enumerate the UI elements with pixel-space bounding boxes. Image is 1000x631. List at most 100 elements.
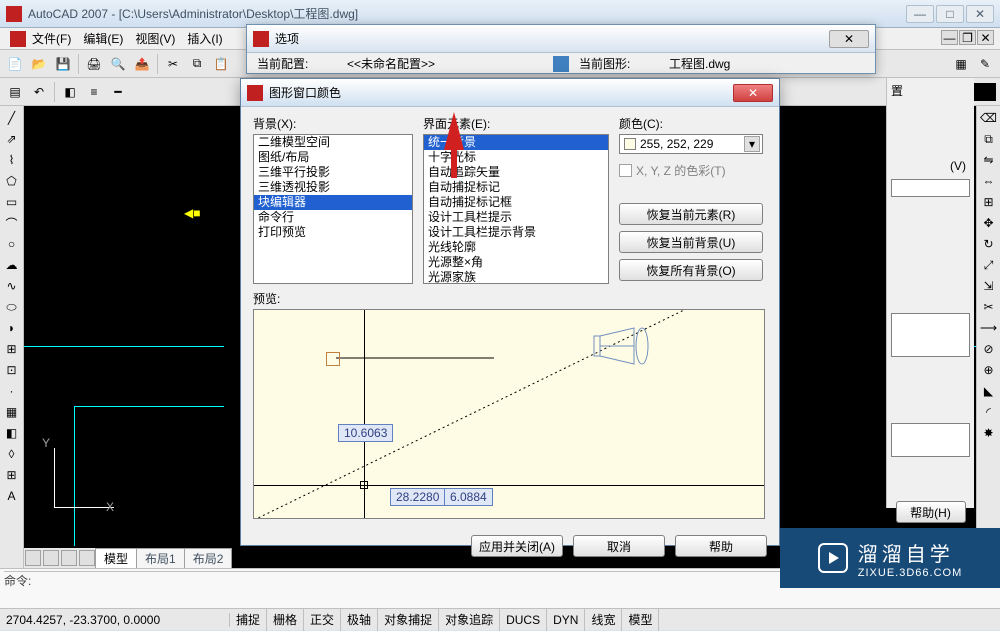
extend-icon[interactable]: ⟶ [979,318,999,338]
chamfer-icon[interactable]: ◣ [979,381,999,401]
hatch-icon[interactable]: ▦ [2,402,22,422]
point-icon[interactable]: · [2,381,22,401]
help-button[interactable]: 帮助 [675,535,767,557]
fillet-icon[interactable]: ◜ [979,402,999,422]
status-lwt[interactable]: 线宽 [585,609,622,631]
layer-icon[interactable]: ▤ [4,81,26,103]
scale-icon[interactable]: ⤢ [979,255,999,275]
options-titlebar[interactable]: 选项 ✕ [247,25,875,53]
tool-a-icon[interactable]: ▦ [950,53,972,75]
maximize-button[interactable]: □ [936,5,964,23]
new-icon[interactable]: 📄 [4,53,26,75]
mirror-icon[interactable]: ⇋ [979,150,999,170]
insert-block-icon[interactable]: ⊞ [2,339,22,359]
checkbox-icon[interactable] [619,164,632,177]
status-coords[interactable]: 2704.4257, -23.3700, 0.0000 [0,613,230,627]
preview-icon[interactable]: 🔍 [107,53,129,75]
layer-prev-icon[interactable]: ↶ [28,81,50,103]
bg-item[interactable]: 三维透视投影 [254,180,412,195]
elem-item[interactable]: 设计工具栏提示 [424,210,608,225]
doc-close-button[interactable]: ✕ [977,30,994,45]
text-input-1[interactable] [891,179,970,197]
paste-icon[interactable]: 📋 [210,53,232,75]
publish-icon[interactable]: 📤 [131,53,153,75]
status-ducs[interactable]: DUCS [500,609,547,631]
spline-icon[interactable]: ∿ [2,276,22,296]
status-grid[interactable]: 栅格 [267,609,304,631]
elem-item[interactable]: 光源整×角 [424,255,608,270]
status-dyn[interactable]: DYN [547,609,585,631]
cancel-button[interactable]: 取消 [573,535,665,557]
doc-restore-button[interactable]: ❐ [959,30,976,45]
text-input-3[interactable] [891,423,970,457]
lineweight-icon[interactable]: ━ [107,81,129,103]
break-icon[interactable]: ⊘ [979,339,999,359]
restore-element-button[interactable]: 恢复当前元素(R) [619,203,763,225]
polyline-icon[interactable]: ⌇ [2,150,22,170]
polygon-icon[interactable]: ⬠ [2,171,22,191]
gradient-icon[interactable]: ◧ [2,423,22,443]
bg-item[interactable]: 图纸/布局 [254,150,412,165]
menu-edit[interactable]: 编辑(E) [83,30,123,47]
close-button[interactable]: ✕ [966,5,994,23]
color-combobox[interactable]: 255, 252, 229 ▾ [619,134,763,154]
bg-item[interactable]: 命令行 [254,210,412,225]
copy-icon[interactable]: ⧉ [186,53,208,75]
color-icon[interactable]: ◧ [59,81,81,103]
text-input-2[interactable] [891,313,970,357]
revcloud-icon[interactable]: ☁ [2,255,22,275]
elem-item[interactable]: 光线轮廓 [424,240,608,255]
arc-icon[interactable]: ⌒ [2,213,22,233]
minimize-button[interactable]: — [906,5,934,23]
doc-minimize-button[interactable]: — [941,30,958,45]
bg-item[interactable]: 块编辑器 [254,195,412,210]
tab-layout1[interactable]: 布局1 [136,548,185,568]
elem-item[interactable]: 设计工具栏提示背景 [424,225,608,240]
ellipse-arc-icon[interactable]: ◗ [2,318,22,338]
make-block-icon[interactable]: ⊡ [2,360,22,380]
status-polar[interactable]: 极轴 [341,609,378,631]
options-close-button[interactable]: ✕ [829,30,869,48]
mtext-icon[interactable]: A [2,486,22,506]
tool-b-icon[interactable]: ✎ [974,53,996,75]
line-icon[interactable]: ╱ [2,108,22,128]
color-close-button[interactable]: ✕ [733,84,773,102]
bg-item[interactable]: 二维模型空间 [254,135,412,150]
chevron-down-icon[interactable]: ▾ [744,136,760,152]
region-icon[interactable]: ◊ [2,444,22,464]
status-osnap[interactable]: 对象捕捉 [378,609,439,631]
status-model[interactable]: 模型 [622,609,659,631]
circle-icon[interactable]: ○ [2,234,22,254]
tab-first-icon[interactable] [25,550,41,566]
table-icon[interactable]: ⊞ [2,465,22,485]
elem-item[interactable]: 自动捕捉标记框 [424,195,608,210]
ellipse-icon[interactable]: ⬭ [2,297,22,317]
tab-model[interactable]: 模型 [95,548,137,568]
elem-item[interactable]: 光源家族 [424,270,608,284]
bg-item[interactable]: 三维平行投影 [254,165,412,180]
tab-last-icon[interactable] [79,550,95,566]
linetype-icon[interactable]: ≡ [83,81,105,103]
trim-icon[interactable]: ✂ [979,297,999,317]
join-icon[interactable]: ⊕ [979,360,999,380]
menu-file[interactable]: 文件(F) [32,30,71,47]
cut-icon[interactable]: ✂ [162,53,184,75]
tab-prev-icon[interactable] [43,550,59,566]
explode-icon[interactable]: ✸ [979,423,999,443]
status-snap[interactable]: 捕捉 [230,609,267,631]
restore-background-button[interactable]: 恢复当前背景(U) [619,231,763,253]
copy-obj-icon[interactable]: ⧉ [979,129,999,149]
menu-view[interactable]: 视图(V) [135,30,175,47]
rectangle-icon[interactable]: ▭ [2,192,22,212]
array-icon[interactable]: ⊞ [979,192,999,212]
background-listbox[interactable]: 二维模型空间图纸/布局三维平行投影三维透视投影块编辑器命令行打印预览 [253,134,413,284]
options-help-button[interactable]: 帮助(H) [896,501,966,523]
menu-insert[interactable]: 插入(I) [187,30,222,47]
save-icon[interactable]: 💾 [52,53,74,75]
stretch-icon[interactable]: ⇲ [979,276,999,296]
erase-icon[interactable]: ⌫ [979,108,999,128]
move-icon[interactable]: ✥ [979,213,999,233]
open-icon[interactable]: 📂 [28,53,50,75]
restore-all-button[interactable]: 恢复所有背景(O) [619,259,763,281]
tab-layout2[interactable]: 布局2 [184,548,233,568]
